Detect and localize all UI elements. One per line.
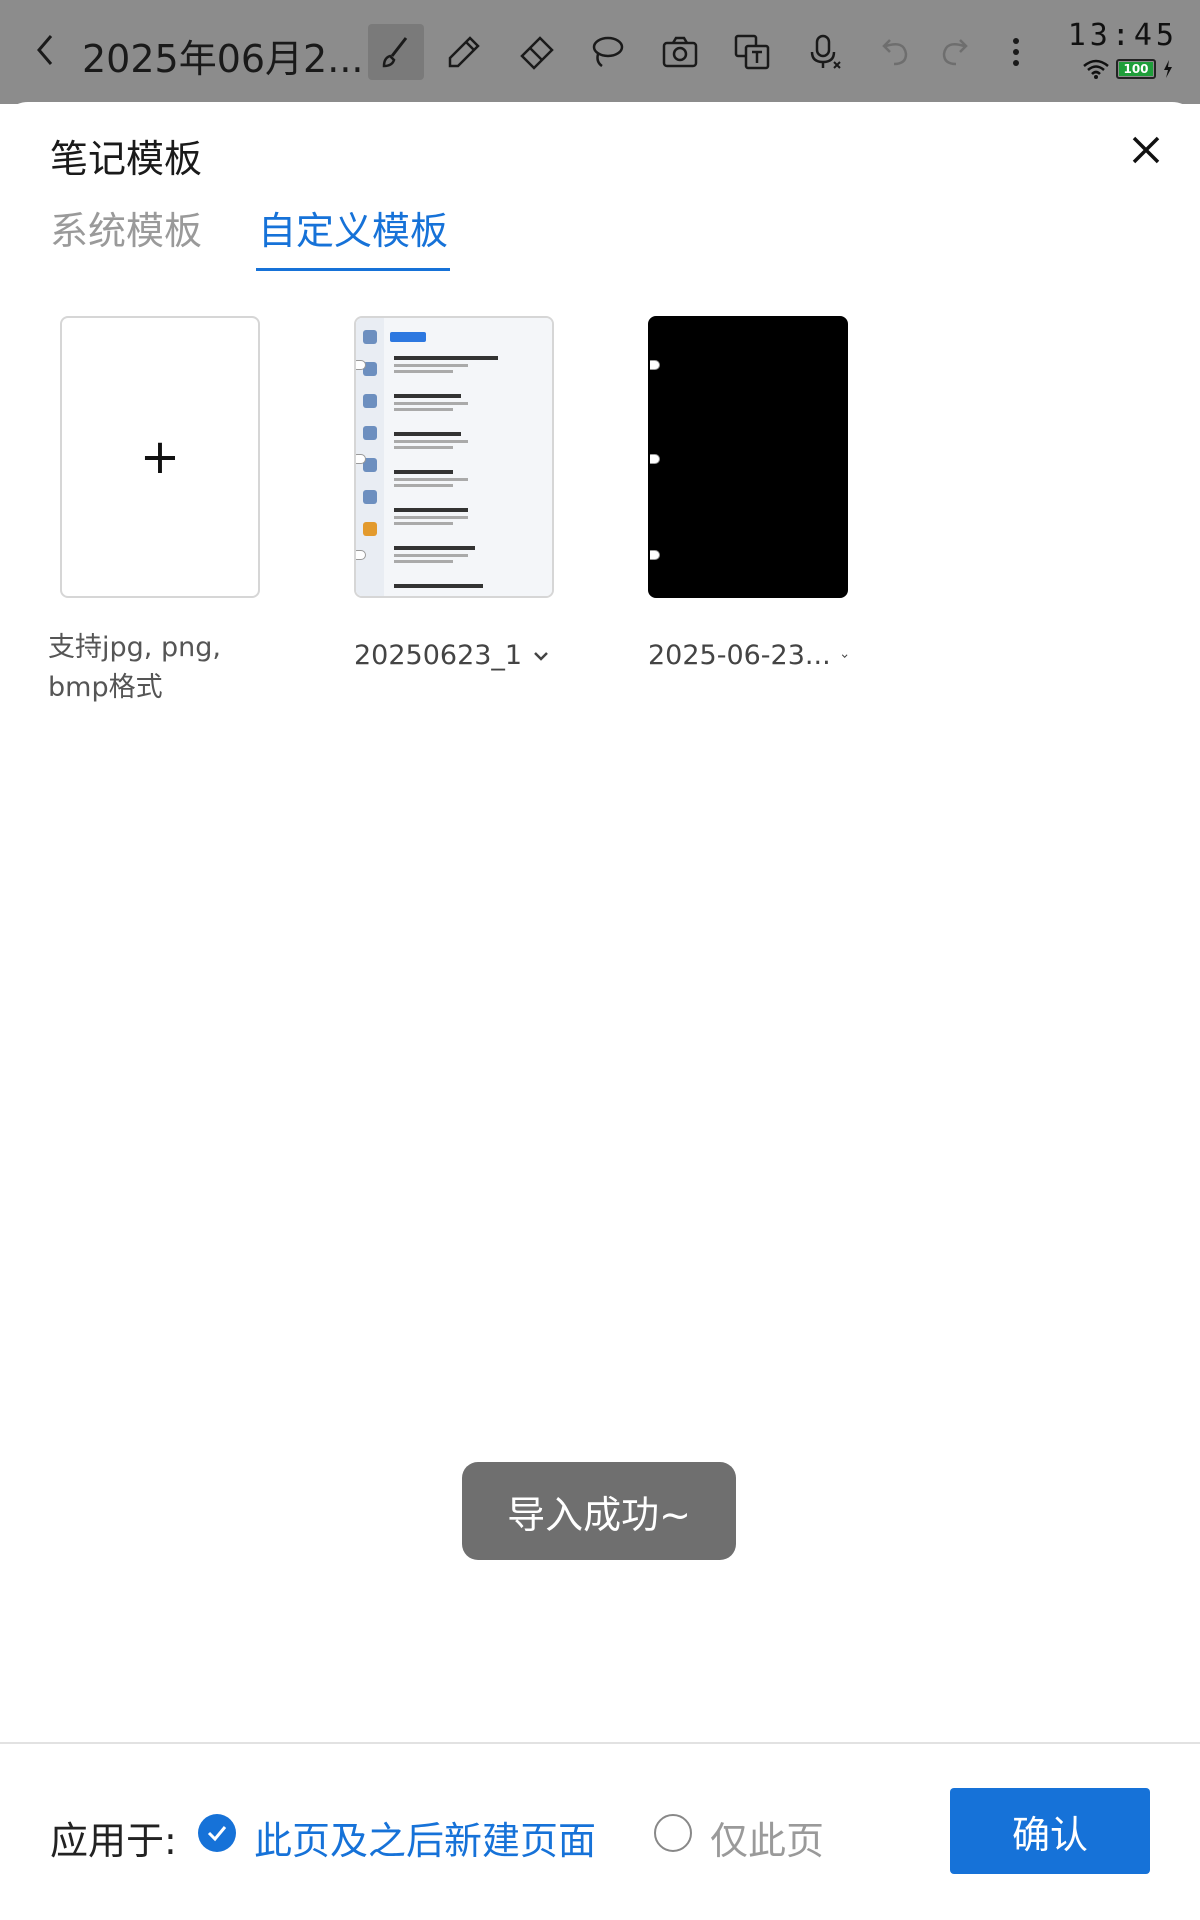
mic-icon — [810, 34, 841, 69]
status-clock: 13:45 — [1067, 18, 1178, 53]
template-thumbnail[interactable] — [648, 316, 848, 598]
apply-to-label: 应用于: — [50, 1819, 177, 1863]
tab-system-templates[interactable]: 系统模板 — [50, 200, 202, 267]
camera-tool-button[interactable] — [652, 24, 708, 80]
add-template-button[interactable]: + — [60, 316, 260, 598]
plus-icon: + — [139, 429, 181, 485]
template-thumbnail[interactable] — [354, 316, 554, 598]
check-icon — [207, 1826, 227, 1842]
translate-icon — [734, 34, 770, 70]
lasso-tool-button[interactable] — [578, 24, 634, 80]
note-template-sheet: 笔记模板 系统模板 自定义模板 + 支持jpg, png, bmp格式 2025… — [0, 102, 1200, 1920]
pen-tool-button[interactable] — [436, 24, 492, 80]
close-button[interactable] — [1122, 126, 1170, 174]
eraser-tool-button[interactable] — [508, 24, 564, 80]
radio-this-page[interactable] — [654, 1814, 692, 1852]
voice-tool-button[interactable] — [796, 24, 852, 80]
brush-icon — [382, 37, 408, 68]
brush-tool-button[interactable] — [368, 24, 424, 80]
redo-icon — [942, 39, 968, 66]
toast-message: 导入成功~ — [462, 1462, 736, 1560]
close-icon — [1132, 136, 1160, 164]
top-toolbar: 2025年06月2... 13:45 100 — [0, 0, 1200, 104]
sheet-title: 笔记模板 — [50, 137, 203, 181]
eraser-icon — [520, 36, 554, 70]
more-icon — [1013, 38, 1019, 66]
format-hint: 支持jpg, png, bmp格式 — [48, 632, 221, 703]
more-button[interactable] — [988, 24, 1044, 80]
translate-tool-button[interactable] — [724, 24, 780, 80]
back-button[interactable] — [24, 26, 64, 74]
wifi-icon — [1083, 59, 1109, 79]
charging-icon — [1164, 60, 1172, 78]
pen-icon — [448, 36, 480, 68]
undo-button[interactable] — [868, 24, 924, 80]
battery-level: 100 — [1123, 62, 1149, 76]
undo-icon — [882, 39, 908, 66]
chevron-down-icon — [534, 652, 548, 661]
redo-button[interactable] — [926, 24, 982, 80]
status-icons: 100 — [1082, 58, 1174, 80]
tab-custom-templates[interactable]: 自定义模板 — [256, 200, 451, 271]
option-apply-all[interactable]: 此页及之后新建页面 — [254, 1810, 596, 1865]
radio-apply-all-checked[interactable] — [198, 1814, 236, 1852]
lasso-icon — [592, 36, 624, 68]
camera-icon — [662, 36, 698, 68]
note-title[interactable]: 2025年06月2... — [82, 28, 363, 83]
template-name-text: 20250623_1 — [354, 640, 523, 671]
template-tabs: 系统模板 自定义模板 — [50, 200, 451, 271]
divider — [0, 1742, 1200, 1744]
confirm-button[interactable]: 确认 — [950, 1788, 1150, 1874]
chevron-down-icon — [841, 654, 848, 658]
add-template-card[interactable]: + 支持jpg, png, bmp格式 — [48, 316, 260, 708]
chevron-left-icon — [37, 35, 53, 65]
template-card[interactable]: 2025-06-23... — [648, 316, 848, 676]
template-name[interactable]: 2025-06-23... — [648, 636, 848, 676]
template-name-text: 2025-06-23... — [648, 640, 831, 671]
template-name[interactable]: 20250623_1 — [354, 636, 554, 676]
option-this-page[interactable]: 仅此页 — [710, 1810, 824, 1865]
battery-icon: 100 — [1116, 59, 1156, 79]
screenshot-preview — [356, 318, 552, 596]
template-card[interactable]: 20250623_1 — [354, 316, 554, 676]
